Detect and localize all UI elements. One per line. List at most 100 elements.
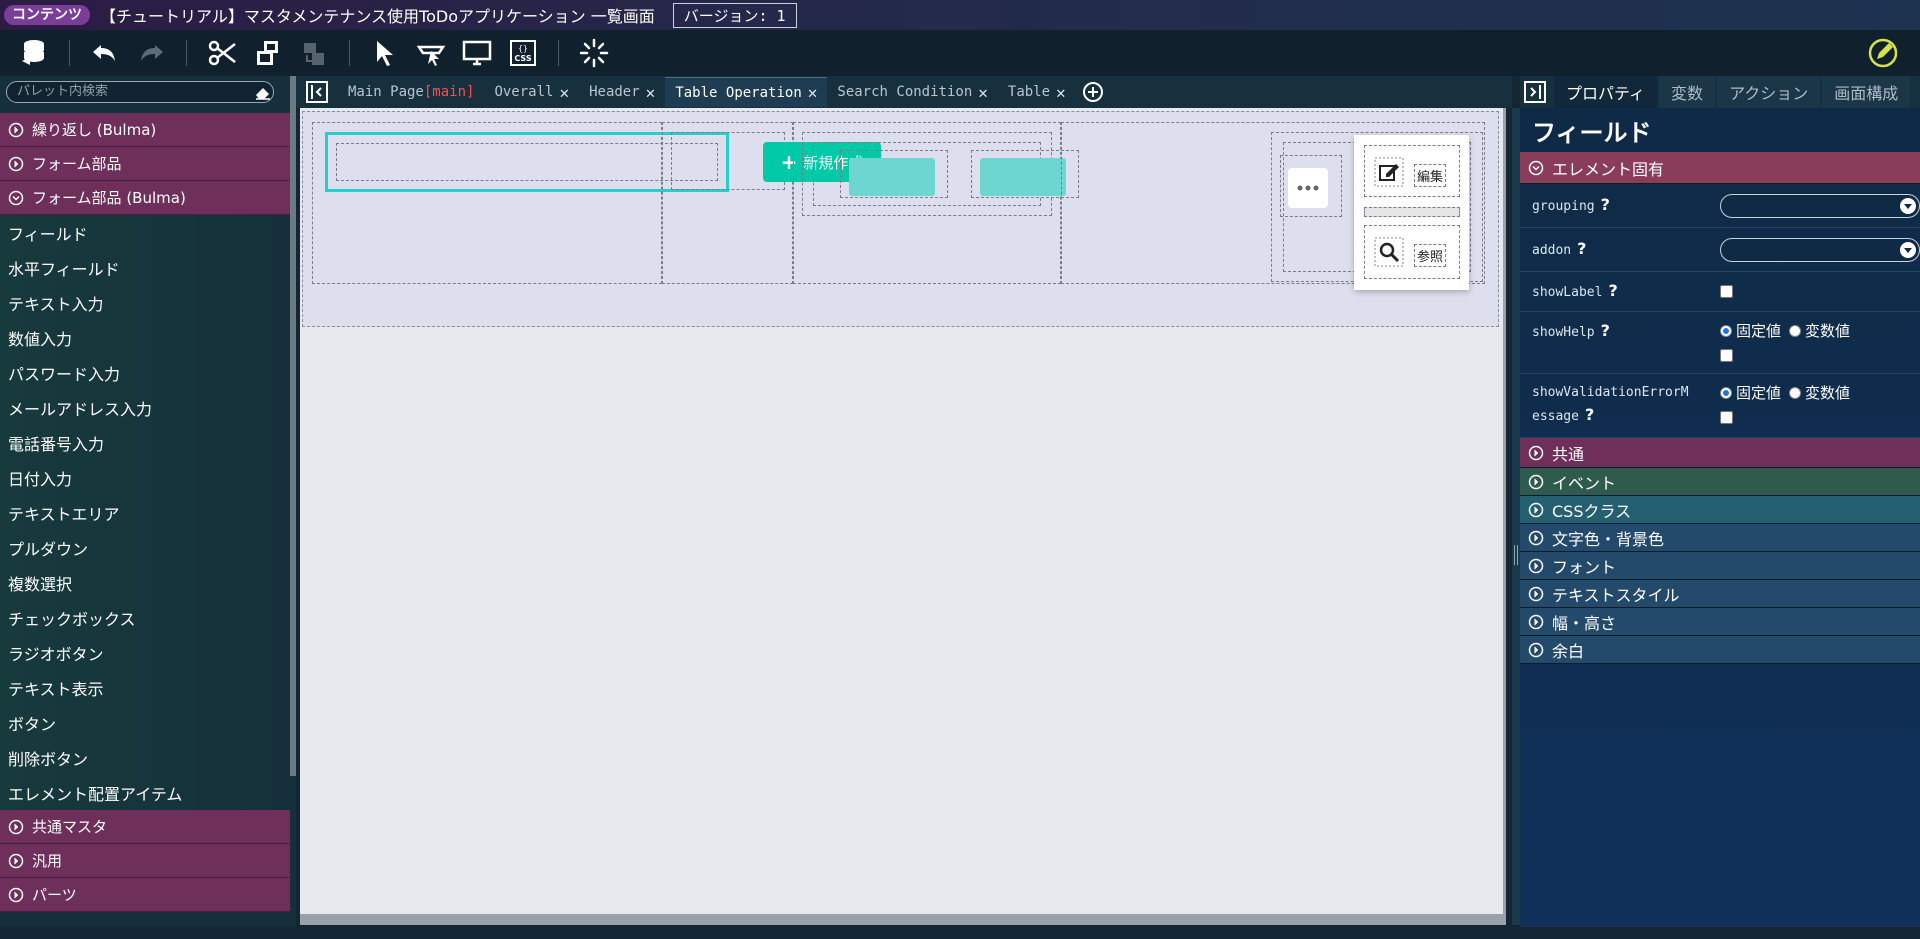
css-icon[interactable]: {} CSS: [503, 33, 543, 73]
showhelp-checkbox[interactable]: [1720, 349, 1733, 362]
palette-search-input[interactable]: パレット内検索: [6, 81, 274, 103]
palette-item[interactable]: エレメント配置アイテム: [0, 775, 290, 810]
property-tab[interactable]: 画面構成: [1822, 76, 1911, 108]
palette-category[interactable]: 共通マスタ: [0, 810, 290, 844]
palette-item[interactable]: テキスト入力: [0, 285, 290, 320]
preview-icon[interactable]: [457, 33, 497, 73]
editor-tab[interactable]: Main Page [main]: [338, 77, 484, 107]
palette-item[interactable]: 複数選択: [0, 565, 290, 600]
palette-category[interactable]: 汎用: [0, 844, 290, 878]
palette-item[interactable]: ラジオボタン: [0, 635, 290, 670]
edit-label: 編集: [1414, 164, 1447, 187]
chevron-right-circle-icon: [1528, 530, 1544, 545]
prop-row-showvalidation: showValidationErrorM essage? 固定値 変数値: [1520, 374, 1920, 438]
close-icon[interactable]: ✕: [978, 83, 988, 102]
palette-item[interactable]: メールアドレス入力: [0, 390, 290, 425]
redo-icon[interactable]: [131, 33, 171, 73]
close-icon[interactable]: ✕: [1056, 83, 1066, 102]
design-canvas[interactable]: + 新規作成 編集 参照: [300, 108, 1506, 925]
radio-variable[interactable]: [1789, 324, 1802, 337]
editor-tab[interactable]: Overall ✕: [484, 77, 579, 107]
showhelp-mode: 固定値 変数値: [1720, 320, 1850, 341]
canvas-horizontal-scrollbar[interactable]: [300, 914, 1506, 925]
property-section[interactable]: イベント: [1520, 468, 1920, 496]
property-section[interactable]: テキストスタイル: [1520, 580, 1920, 608]
palette-item[interactable]: 日付入力: [0, 460, 290, 495]
property-section[interactable]: フォント: [1520, 552, 1920, 580]
radio-fixed[interactable]: [1720, 386, 1732, 399]
select-pointer-icon[interactable]: [365, 33, 405, 73]
teal-block-1[interactable]: [849, 158, 935, 196]
editor-tab[interactable]: Search Condition ✕: [827, 77, 998, 107]
help-icon[interactable]: ?: [1585, 405, 1594, 424]
palette-category[interactable]: 繰り返し (Bulma): [0, 113, 290, 147]
chevron-right-circle-icon: [8, 122, 24, 137]
more-actions-button[interactable]: [1288, 168, 1328, 208]
close-icon[interactable]: ✕: [559, 83, 569, 102]
select-parent-icon[interactable]: [411, 33, 451, 73]
radio-variable[interactable]: [1789, 386, 1802, 399]
title-bar: コンテンツ 【チュートリアル】マスタメンテナンス使用ToDoアプリケーション 一…: [0, 0, 1920, 30]
cut-icon[interactable]: [202, 33, 242, 73]
panel-splitter[interactable]: [1512, 108, 1520, 925]
edit-icon: [1374, 157, 1404, 187]
prop-label-grouping: grouping?: [1532, 194, 1712, 218]
help-icon[interactable]: ?: [1601, 195, 1610, 214]
close-icon[interactable]: ✕: [808, 83, 818, 102]
property-tab[interactable]: 変数: [1659, 76, 1716, 108]
palette-item[interactable]: フィールド: [0, 215, 290, 250]
showlabel-checkbox[interactable]: [1720, 285, 1733, 298]
database-icon[interactable]: [14, 33, 54, 73]
palette-panel: パレット内検索 繰り返し (Bulma) フォーム部品 フォーム部品 (Bulma)…: [0, 76, 296, 927]
edit-mode-icon[interactable]: [1863, 33, 1903, 73]
paste-icon[interactable]: [294, 33, 334, 73]
palette-category[interactable]: フォーム部品: [0, 147, 290, 181]
palette-category[interactable]: パーツ: [0, 878, 290, 912]
field-inner[interactable]: [336, 143, 718, 181]
canvas-vertical-scrollbar[interactable]: [1503, 108, 1506, 914]
property-section[interactable]: 幅・高さ: [1520, 608, 1920, 636]
property-section[interactable]: 共通: [1520, 438, 1920, 468]
palette-item[interactable]: テキスト表示: [0, 670, 290, 705]
eraser-icon[interactable]: [254, 84, 272, 100]
teal-block-2[interactable]: [980, 158, 1066, 196]
property-tab[interactable]: アクション: [1717, 76, 1821, 108]
undo-icon[interactable]: [85, 33, 125, 73]
showvalidation-checkbox[interactable]: [1720, 411, 1733, 424]
splitter-grip[interactable]: [1514, 545, 1518, 565]
palette-item[interactable]: 水平フィールド: [0, 250, 290, 285]
grouping-select[interactable]: [1720, 193, 1920, 218]
palette-category[interactable]: フォーム部品 (Bulma): [0, 181, 290, 215]
help-icon[interactable]: ?: [1601, 321, 1610, 340]
loading-icon[interactable]: [574, 33, 614, 73]
palette-item[interactable]: 数値入力: [0, 320, 290, 355]
copy-icon[interactable]: [248, 33, 288, 73]
addon-select[interactable]: [1720, 237, 1920, 262]
collapse-right-icon[interactable]: [1524, 81, 1546, 103]
table-operation-container[interactable]: + 新規作成 編集 参照: [302, 111, 1499, 327]
editor-tab[interactable]: Table Operation ✕: [665, 77, 828, 107]
property-section[interactable]: 余白: [1520, 636, 1920, 664]
palette-item[interactable]: ボタン: [0, 705, 290, 740]
editor-tab[interactable]: Header ✕: [579, 77, 665, 107]
property-section[interactable]: CSSクラス: [1520, 496, 1920, 524]
property-tab[interactable]: プロパティ: [1554, 76, 1658, 108]
collapse-left-icon[interactable]: [306, 81, 328, 103]
palette-scrollbar[interactable]: [290, 76, 296, 776]
palette-item[interactable]: 削除ボタン: [0, 740, 290, 775]
section-element-specific[interactable]: エレメント固有: [1520, 152, 1920, 184]
palette-item[interactable]: テキストエリア: [0, 495, 290, 530]
close-icon[interactable]: ✕: [646, 83, 656, 102]
palette-item[interactable]: 電話番号入力: [0, 425, 290, 460]
palette-item[interactable]: プルダウン: [0, 530, 290, 565]
add-tab-icon[interactable]: [1082, 81, 1104, 103]
section-label: テキストスタイル: [1552, 585, 1680, 605]
property-section[interactable]: 文字色・背景色: [1520, 524, 1920, 552]
help-icon[interactable]: ?: [1608, 281, 1617, 300]
editor-tab[interactable]: Table ✕: [998, 77, 1076, 107]
palette-category-label: パーツ: [32, 886, 77, 904]
radio-fixed[interactable]: [1720, 324, 1732, 337]
palette-item[interactable]: チェックボックス: [0, 600, 290, 635]
palette-item[interactable]: パスワード入力: [0, 355, 290, 390]
help-icon[interactable]: ?: [1577, 239, 1586, 258]
